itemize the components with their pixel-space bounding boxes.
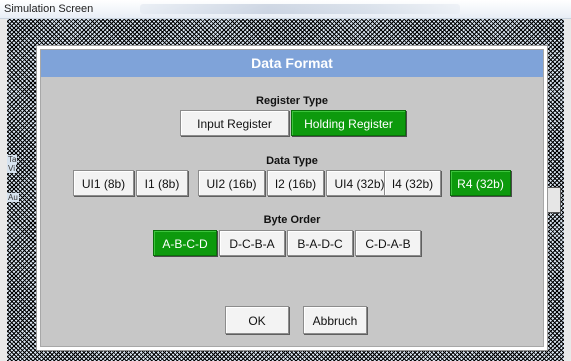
background-hint: Vi bbox=[7, 164, 16, 173]
cancel-button[interactable]: Abbruch bbox=[303, 306, 367, 334]
data-type-ui1-button[interactable]: UI1 (8b) bbox=[73, 170, 134, 196]
background-hint: Ta bbox=[7, 155, 18, 164]
byte-order-label: Byte Order bbox=[263, 214, 321, 226]
data-type-i1-button[interactable]: I1 (8b) bbox=[136, 170, 188, 196]
byte-order-cdab-button[interactable]: C-D-A-B bbox=[355, 230, 421, 256]
window-title: Simulation Screen bbox=[4, 3, 94, 15]
background-button bbox=[547, 187, 561, 213]
data-type-label: Data Type bbox=[266, 155, 318, 167]
byte-order-dcba-button[interactable]: D-C-B-A bbox=[219, 230, 285, 256]
data-type-i2-button[interactable]: I2 (16b) bbox=[267, 170, 324, 196]
window-titlebar: Simulation Screen bbox=[0, 0, 571, 19]
dialog-panel: Data Format Register Type Input Register… bbox=[40, 49, 544, 347]
titlebar-blur bbox=[140, 4, 460, 14]
holding-register-button[interactable]: Holding Register bbox=[291, 110, 406, 136]
register-type-label: Register Type bbox=[256, 95, 328, 107]
data-type-ui4-button[interactable]: UI4 (32b) bbox=[326, 170, 393, 196]
background-hint: Au bbox=[7, 193, 19, 202]
data-format-dialog: Data Format Register Type Input Register… bbox=[36, 45, 548, 351]
input-register-button[interactable]: Input Register bbox=[180, 110, 289, 136]
byte-order-badc-button[interactable]: B-A-D-C bbox=[287, 230, 353, 256]
ok-button[interactable]: OK bbox=[225, 306, 289, 334]
byte-order-abcd-button[interactable]: A-B-C-D bbox=[153, 230, 217, 256]
data-type-r4-button[interactable]: R4 (32b) bbox=[450, 170, 511, 196]
data-type-ui2-button[interactable]: UI2 (16b) bbox=[198, 170, 265, 196]
data-type-i4-button[interactable]: I4 (32b) bbox=[384, 170, 441, 196]
dialog-title: Data Format bbox=[41, 50, 543, 77]
